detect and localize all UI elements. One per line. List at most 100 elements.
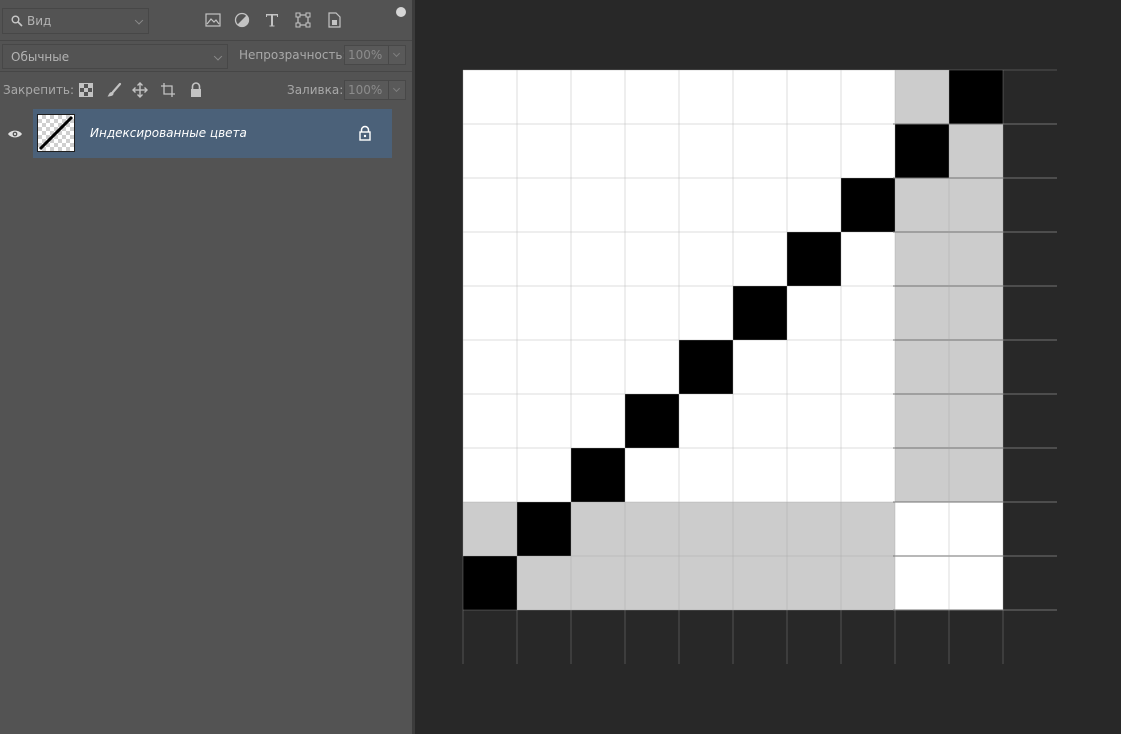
- opacity-input[interactable]: 100%: [344, 45, 406, 65]
- layer-lock-icon[interactable]: [357, 125, 373, 141]
- blend-mode-dropdown[interactable]: Обычные: [2, 44, 228, 69]
- canvas-pixel: [625, 556, 679, 610]
- document-canvas[interactable]: [415, 0, 1121, 734]
- canvas-pixel: [679, 70, 733, 124]
- canvas-pixel: [733, 502, 787, 556]
- canvas-pixel: [625, 124, 679, 178]
- fill-value: 100%: [348, 83, 383, 97]
- canvas-pixel: [625, 286, 679, 340]
- canvas-pixel: [517, 124, 571, 178]
- canvas-pixel: [949, 124, 1003, 178]
- layer-thumbnail[interactable]: [37, 114, 75, 152]
- canvas-pixel: [571, 340, 625, 394]
- lock-position-icon[interactable]: [131, 81, 149, 99]
- canvas-pixel: [841, 232, 895, 286]
- canvas-pixel: [733, 340, 787, 394]
- canvas-pixel: [949, 70, 1003, 124]
- lock-transparent-pixels-icon[interactable]: [77, 81, 95, 99]
- type-filter-icon[interactable]: [263, 11, 281, 29]
- canvas-pixel: [463, 502, 517, 556]
- canvas-pixel: [625, 448, 679, 502]
- eye-icon: [8, 130, 22, 137]
- canvas-pixel: [949, 178, 1003, 232]
- pixel-grid-canvas[interactable]: [415, 0, 1121, 734]
- canvas-pixel: [625, 70, 679, 124]
- search-icon: [11, 15, 23, 27]
- layer-visibility-toggle[interactable]: [0, 109, 30, 158]
- canvas-pixel: [733, 448, 787, 502]
- canvas-pixel: [787, 286, 841, 340]
- canvas-pixel: [787, 448, 841, 502]
- lock-all-icon[interactable]: [187, 81, 205, 99]
- layer-thumbnail-preview: [38, 115, 74, 151]
- canvas-pixel: [895, 502, 949, 556]
- canvas-pixel: [787, 178, 841, 232]
- canvas-pixel: [625, 502, 679, 556]
- lock-label: Закрепить:: [3, 83, 75, 97]
- shape-filter-icon[interactable]: [294, 11, 312, 29]
- opacity-label: Непрозрачность:: [239, 48, 347, 62]
- canvas-pixel: [841, 70, 895, 124]
- canvas-pixel: [787, 124, 841, 178]
- canvas-pixel: [787, 232, 841, 286]
- canvas-pixel: [949, 394, 1003, 448]
- canvas-pixel: [517, 286, 571, 340]
- layer-row[interactable]: Индексированные цвета: [33, 109, 392, 158]
- canvas-pixel: [895, 232, 949, 286]
- fill-label: Заливка:: [287, 83, 344, 97]
- canvas-pixel: [625, 232, 679, 286]
- canvas-pixel: [571, 178, 625, 232]
- canvas-pixel: [571, 556, 625, 610]
- canvas-pixel: [517, 178, 571, 232]
- fill-input[interactable]: 100%: [344, 80, 406, 100]
- canvas-pixel: [841, 178, 895, 232]
- canvas-pixel: [463, 556, 517, 610]
- canvas-pixel: [841, 502, 895, 556]
- canvas-pixel: [625, 340, 679, 394]
- filter-kind-dropdown[interactable]: Вид: [2, 8, 149, 34]
- blend-row: Обычные Непрозрачность: 100%: [0, 40, 412, 71]
- canvas-pixel: [463, 448, 517, 502]
- canvas-pixel: [841, 340, 895, 394]
- lock-image-pixels-icon[interactable]: [105, 81, 123, 99]
- canvas-pixel: [679, 394, 733, 448]
- canvas-pixel: [463, 232, 517, 286]
- canvas-pixel: [895, 556, 949, 610]
- lock-artboard-icon[interactable]: [159, 81, 177, 99]
- canvas-pixel: [517, 394, 571, 448]
- canvas-pixel: [949, 340, 1003, 394]
- canvas-pixel: [679, 286, 733, 340]
- layer-filter-row: Вид: [0, 0, 412, 40]
- filter-kind-label: Вид: [27, 14, 52, 28]
- canvas-pixel: [571, 286, 625, 340]
- canvas-pixel: [949, 502, 1003, 556]
- layer-name[interactable]: Индексированные цвета: [90, 126, 247, 140]
- canvas-pixel: [733, 394, 787, 448]
- canvas-pixel: [517, 502, 571, 556]
- canvas-pixel: [841, 394, 895, 448]
- canvas-pixel: [733, 556, 787, 610]
- adjustment-filter-icon[interactable]: [233, 11, 251, 29]
- opacity-dropdown-icon[interactable]: [388, 46, 405, 64]
- canvas-pixel: [733, 232, 787, 286]
- canvas-pixel: [787, 556, 841, 610]
- canvas-pixel: [895, 286, 949, 340]
- canvas-pixel: [625, 178, 679, 232]
- canvas-pixel: [571, 232, 625, 286]
- canvas-pixel: [517, 448, 571, 502]
- canvas-pixel: [517, 70, 571, 124]
- canvas-pixel: [949, 286, 1003, 340]
- canvas-pixel: [517, 232, 571, 286]
- canvas-pixel: [679, 340, 733, 394]
- smart-object-filter-icon[interactable]: [325, 11, 343, 29]
- canvas-pixel: [895, 178, 949, 232]
- canvas-pixel: [895, 340, 949, 394]
- fill-dropdown-icon[interactable]: [388, 81, 405, 99]
- image-filter-icon[interactable]: [204, 11, 222, 29]
- canvas-pixel: [895, 124, 949, 178]
- canvas-pixel: [787, 70, 841, 124]
- canvas-pixel: [571, 70, 625, 124]
- canvas-pixel: [949, 556, 1003, 610]
- filter-on-off-toggle[interactable]: [396, 7, 406, 17]
- canvas-pixel: [949, 232, 1003, 286]
